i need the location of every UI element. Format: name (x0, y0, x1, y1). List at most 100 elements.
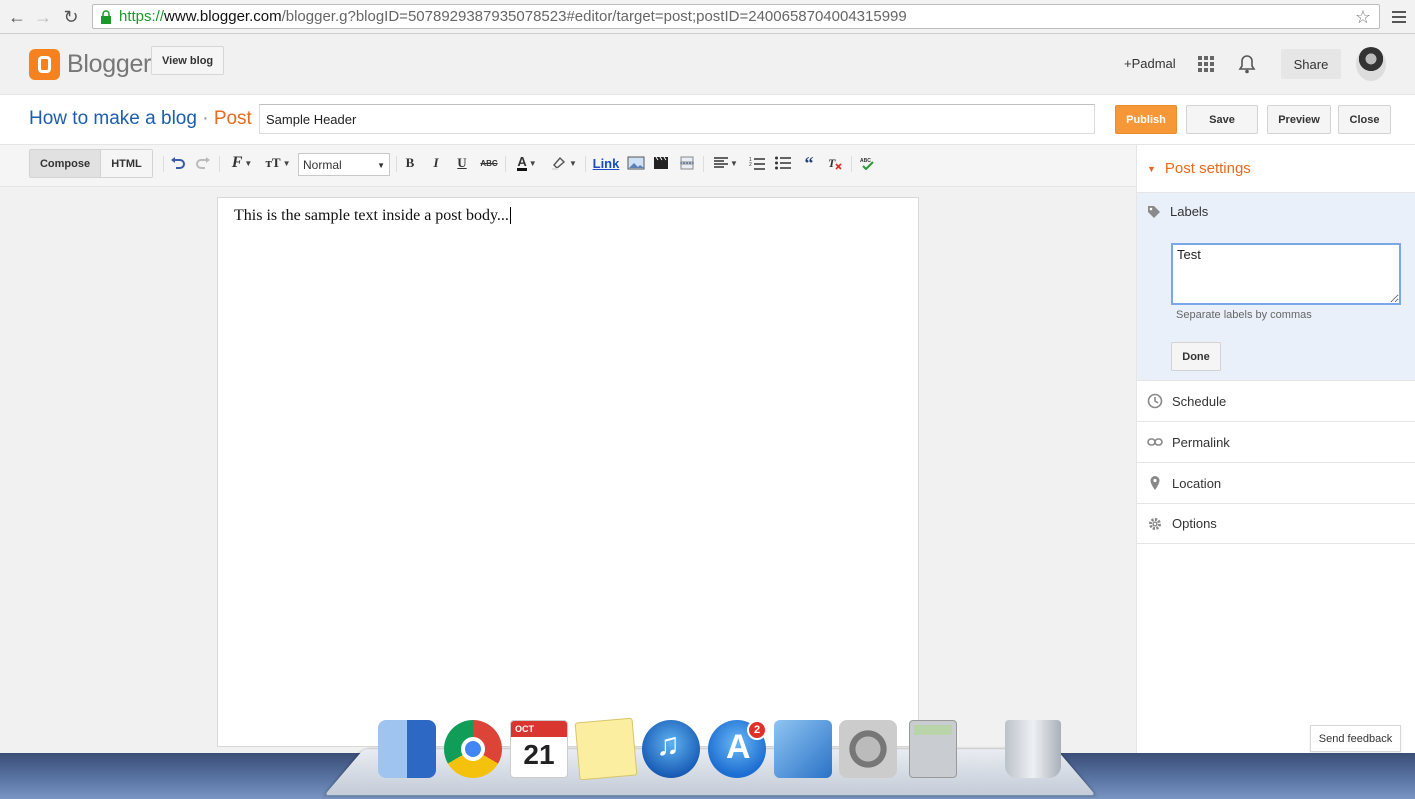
calendar-day: 21 (523, 739, 555, 770)
address-bar[interactable]: https://www.blogger.com/blogger.g?blogID… (92, 4, 1380, 29)
user-link[interactable]: +Padmal (1124, 56, 1176, 71)
toolbar-divider (219, 156, 220, 172)
view-blog-button[interactable]: View blog (151, 46, 225, 75)
preview-button[interactable]: Preview (1267, 105, 1331, 134)
back-icon[interactable]: ← (4, 4, 30, 30)
post-title-input[interactable] (259, 104, 1095, 134)
blogger-header: Blogger View blog +Padmal Share (0, 34, 1415, 95)
sidebar-item-options[interactable]: Options (1137, 503, 1415, 544)
labels-panel: Labels Test Separate labels by commas Do… (1137, 192, 1415, 380)
browser-toolbar: ← → ↻ https://www.blogger.com/blogger.g?… (0, 0, 1415, 34)
gear-icon (1149, 517, 1161, 530)
chevron-down-icon: ▼ (377, 161, 385, 170)
url-scheme: https:// (119, 8, 165, 25)
app-store-badge: 2 (747, 720, 767, 740)
toolbar-divider (703, 156, 704, 172)
share-button[interactable]: Share (1281, 49, 1341, 79)
redo-icon[interactable] (195, 153, 211, 173)
post-settings-header[interactable]: ▼ Post settings (1137, 145, 1415, 192)
html-mode-button[interactable]: HTML (101, 150, 152, 177)
avatar[interactable] (1356, 47, 1386, 81)
finder-icon[interactable] (378, 720, 436, 778)
logo-text: Blogger (67, 50, 152, 78)
clock-icon (1147, 393, 1163, 409)
url-path: /blogger.g?blogID=5078929387935078523#ed… (281, 8, 907, 25)
calendar-month: OCT (511, 721, 567, 737)
calendar-icon[interactable]: OCT 21 (510, 720, 568, 778)
spell-check-icon[interactable]: ABC (858, 153, 876, 173)
format-select-value: Normal (303, 157, 342, 172)
sidebar-item-label: Options (1172, 516, 1217, 531)
sidebar-item-location[interactable]: Location (1137, 462, 1415, 503)
insert-video-icon[interactable] (652, 153, 670, 173)
editor-mode-switch: Compose HTML (29, 149, 153, 178)
bold-icon[interactable]: B (403, 153, 417, 173)
bulleted-list-icon[interactable] (774, 153, 792, 173)
numbered-list-icon[interactable]: 12 (748, 153, 766, 173)
toolbar-divider (851, 156, 852, 172)
highlight-color-icon[interactable]: ▼ (549, 153, 579, 173)
toolbar-divider (505, 156, 506, 172)
chrome-icon[interactable] (444, 720, 502, 778)
labels-hint: Separate labels by commas (1176, 309, 1312, 321)
trash-icon[interactable] (1005, 720, 1061, 778)
sidebar-item-schedule[interactable]: Schedule (1137, 380, 1415, 421)
stickies-icon[interactable] (574, 717, 638, 781)
blogger-logo-icon (29, 49, 60, 80)
undo-icon[interactable] (170, 153, 186, 173)
browser-menu-icon[interactable] (1388, 6, 1410, 28)
font-size-icon[interactable]: тT ▼ (263, 153, 293, 173)
itunes-icon[interactable] (642, 720, 700, 778)
post-settings-sidebar: ▼ Post settings Labels Test Separate lab… (1136, 145, 1415, 753)
insert-link-button[interactable]: Link (592, 153, 620, 173)
quote-icon[interactable]: “ (800, 153, 818, 173)
labels-title: Labels (1170, 204, 1209, 219)
breadcrumb-separator: · (202, 108, 209, 129)
collapse-triangle-icon: ▼ (1147, 163, 1156, 174)
calculator-icon[interactable] (909, 720, 957, 778)
font-family-icon[interactable]: F ▼ (228, 153, 256, 173)
forward-icon[interactable]: → (30, 4, 56, 30)
insert-jump-break-icon[interactable] (678, 153, 696, 173)
labels-input[interactable]: Test (1171, 243, 1401, 305)
italic-icon[interactable]: I (429, 153, 443, 173)
post-settings-title: Post settings (1164, 160, 1251, 177)
svg-text:ABC: ABC (860, 158, 871, 164)
system-preferences-icon[interactable] (839, 720, 897, 778)
text-cursor (509, 207, 511, 224)
link-icon (1147, 438, 1163, 446)
blog-name-link[interactable]: How to make a blog (29, 108, 197, 129)
underline-icon[interactable]: U (455, 153, 469, 173)
blogger-logo[interactable]: Blogger (29, 49, 151, 80)
strikethrough-icon[interactable]: ABC (479, 153, 499, 173)
compose-mode-button[interactable]: Compose (30, 150, 101, 177)
text-color-icon[interactable]: A ▼ (512, 153, 542, 173)
sidebar-item-label: Location (1172, 475, 1222, 491)
insert-image-icon[interactable] (626, 153, 646, 173)
close-button[interactable]: Close (1338, 105, 1391, 134)
bookmark-star-icon[interactable]: ☆ (1355, 7, 1371, 28)
sidebar-item-label: Schedule (1172, 393, 1227, 409)
save-button[interactable]: Save (1186, 105, 1258, 134)
svg-text:T: T (828, 156, 836, 170)
sidebar-item-permalink[interactable]: Permalink (1137, 421, 1415, 462)
publish-button[interactable]: Publish (1115, 105, 1177, 134)
paragraph-format-select[interactable]: Normal ▼ (298, 153, 390, 176)
labels-done-button[interactable]: Done (1171, 342, 1221, 371)
lock-icon (101, 9, 111, 24)
post-label: Post (213, 108, 252, 129)
reload-icon[interactable]: ↻ (58, 4, 84, 30)
send-feedback-button[interactable]: Send feedback (1310, 725, 1401, 752)
remove-formatting-icon[interactable]: T (826, 153, 844, 173)
notification-bell-icon[interactable] (1238, 54, 1256, 74)
alignment-icon[interactable]: ▼ (711, 153, 741, 173)
post-body-editor[interactable]: This is the sample text inside a post bo… (217, 197, 919, 747)
pin-icon (1150, 476, 1160, 490)
xcode-icon[interactable] (774, 720, 832, 778)
post-body-text: This is the sample text inside a post bo… (234, 207, 509, 224)
tag-icon (1148, 205, 1160, 218)
apps-grid-icon[interactable] (1198, 56, 1214, 72)
svg-text:2: 2 (749, 162, 752, 168)
labels-section-toggle[interactable]: Labels (1147, 204, 1208, 219)
post-title-bar: How to make a blog · Post Publish Save P… (0, 95, 1415, 145)
